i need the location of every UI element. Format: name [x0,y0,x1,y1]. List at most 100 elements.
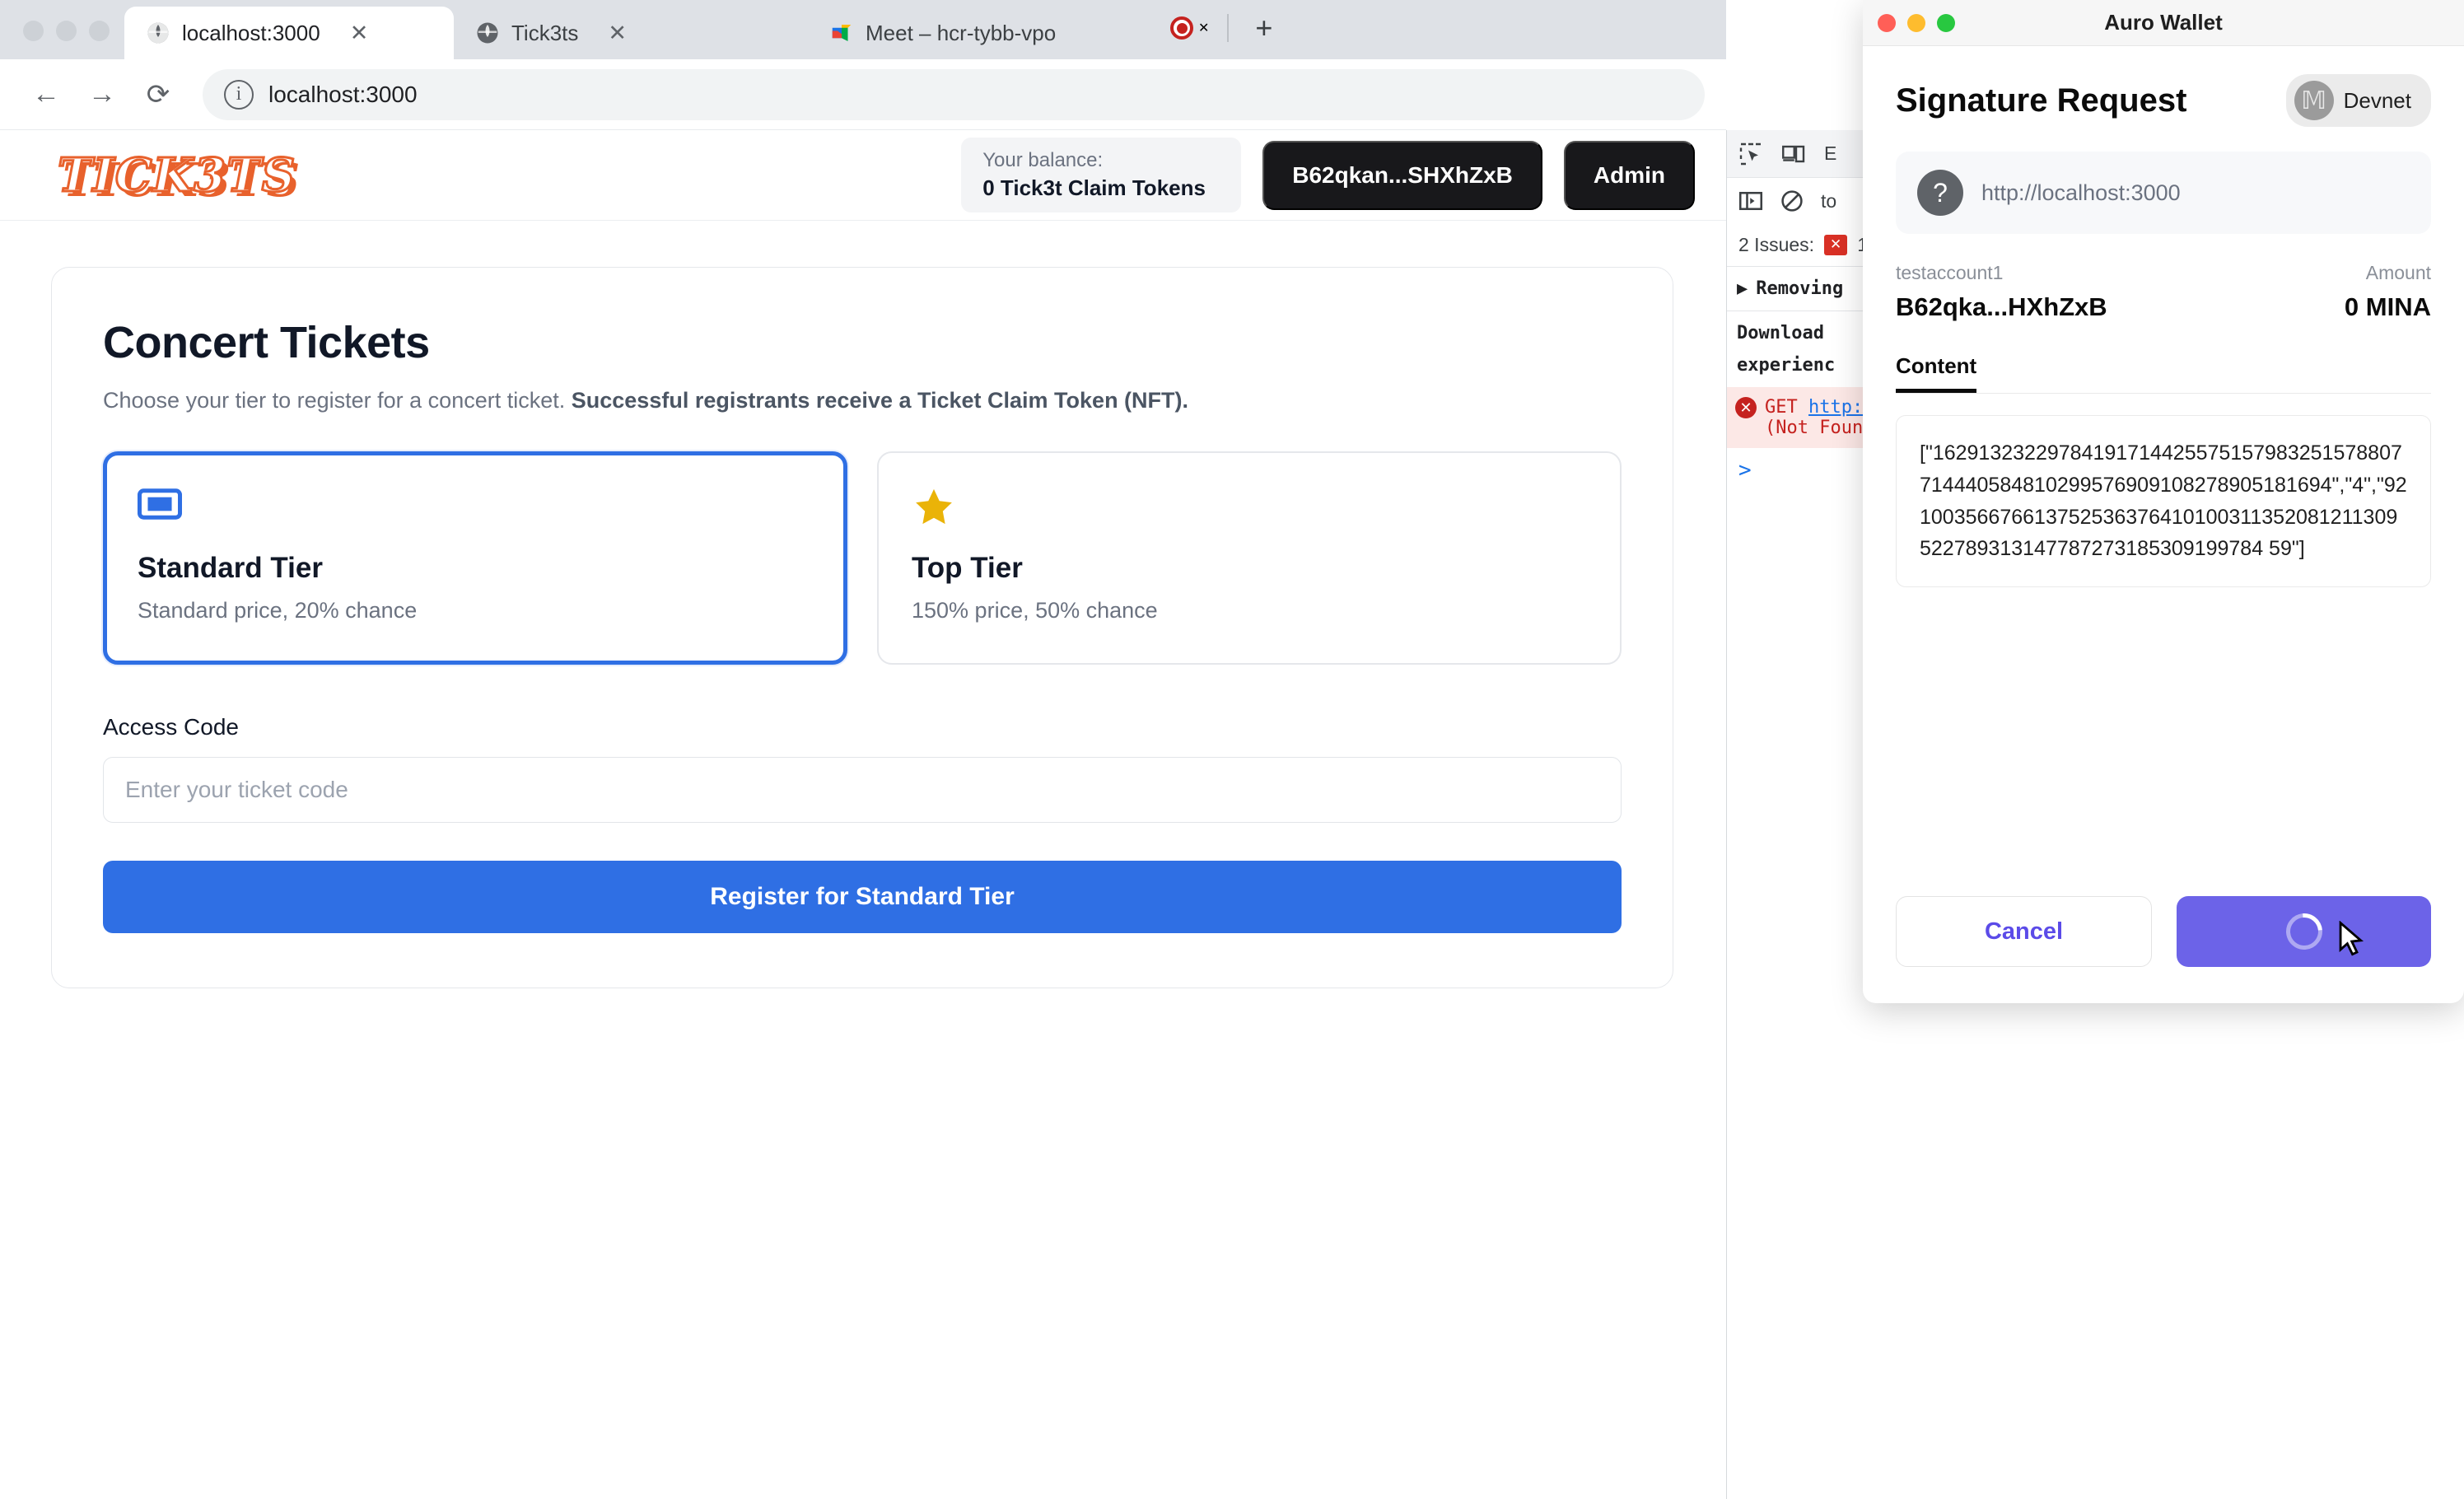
globe-icon [477,22,498,44]
balance-box: Your balance: 0 Tick3t Claim Tokens [961,138,1242,212]
tier-name: Standard Tier [138,552,323,584]
devtools-panel: E to 2 Issues: ✕ 1 [1726,130,1874,1499]
forward-button[interactable]: → [77,70,127,119]
console-sidebar-icon[interactable] [1738,189,1763,213]
ticket-icon [138,486,813,534]
new-tab-button[interactable]: + [1247,13,1281,43]
amount-value: 0 MINA [2344,292,2431,321]
admin-button[interactable]: Admin [1563,140,1695,210]
tier-options: Standard Tier Standard price, 20% chance… [103,451,1622,665]
tier-option-standard[interactable]: Standard Tier Standard price, 20% chance [103,451,847,665]
window-traffic-lights [0,21,124,59]
error-method: GET [1765,397,1798,418]
subtitle-bold: Successful registrants receive a Ticket … [571,388,1189,413]
wallet-header: Signature Request 𝕄 Devnet [1896,74,2431,127]
account-summary: testaccount1 Amount B62qka...HXhZxB 0 MI… [1896,262,2431,322]
tab-strip-controls: ✕ + [1162,13,1281,59]
account-address: B62qka...HXhZxB [1896,292,2107,321]
browser-window: localhost:3000 ✕ Tick3ts ✕ Meet – hcr-ty… [0,0,1726,1499]
signature-content: ["16291323229784191714425575157983251578… [1896,415,2431,587]
browser-tab-tick3ts[interactable]: Tick3ts ✕ [454,7,808,59]
back-button[interactable]: ← [21,70,71,119]
balance-label: Your balance: [982,149,1104,171]
tab-strip: localhost:3000 ✕ Tick3ts ✕ Meet – hcr-ty… [0,0,1726,59]
tab-content[interactable]: Content [1896,353,1977,393]
wallet-body: Signature Request 𝕄 Devnet ? http://loca… [1863,46,2464,896]
header-actions: Your balance: 0 Tick3t Claim Tokens B62q… [961,138,1695,212]
wallet-footer: Cancel [1863,896,2464,1003]
tab-title: localhost:3000 [182,20,320,45]
error-badge-icon: ✕ [1824,235,1848,255]
browser-toolbar: ← → ⟳ i localhost:3000 [0,59,1726,130]
meet-icon [832,25,852,41]
mina-logo-icon: 𝕄 [2294,81,2334,120]
console-log-message: experienc [1737,355,1836,376]
devtools-tab-elements[interactable]: E [1824,142,1836,165]
maximize-window-button[interactable] [89,21,110,41]
error-status: (Not Foun [1765,418,1864,438]
tier-option-top[interactable]: Top Tier 150% price, 50% chance [877,451,1622,665]
console-error-entry: ✕ GET http: (Not Foun [1727,387,1874,448]
tab-title: Tick3ts [511,20,579,45]
origin-box: ? http://localhost:3000 [1896,152,2431,234]
app-header: TICK3TS Your balance: 0 Tick3t Claim Tok… [0,130,1726,221]
tab-close-icon[interactable]: ✕ [350,21,369,44]
console-log-entry: Download [1727,311,1874,355]
error-url-link[interactable]: http: [1808,397,1863,418]
origin-url: http://localhost:3000 [1981,180,2181,205]
divider [1227,14,1230,42]
error-icon: ✕ [1735,397,1757,418]
console-filter-text[interactable]: to [1821,190,1836,212]
console-log: ▶ Removing Download experienc ✕ GET http… [1727,267,1874,493]
address-bar[interactable]: i localhost:3000 [203,68,1705,120]
chevron-right-icon[interactable]: ▶ [1737,278,1748,299]
tick3ts-logo: TICK3TS [56,147,296,203]
wallet-window-title: Auro Wallet [2104,10,2223,35]
console-prompt-icon[interactable]: > [1727,448,1874,493]
wallet-title-bar: Auro Wallet [1863,0,2464,46]
access-code-input[interactable] [103,757,1622,823]
unknown-site-icon: ? [1917,170,1963,216]
inspect-element-icon[interactable] [1738,142,1763,166]
browser-tab-meet[interactable]: Meet – hcr-tybb-vpo [808,7,1162,59]
main-content: Concert Tickets Choose your tier to regi… [0,221,1726,1034]
devtools-toolbar: E [1727,130,1874,178]
account-values-row: B62qka...HXhZxB 0 MINA [1896,292,2431,322]
address-bar-url: localhost:3000 [268,81,418,107]
minimize-window-button[interactable] [56,21,77,41]
star-icon [912,486,1587,534]
console-log-entry-cont: experienc [1727,355,1874,387]
signature-request-title: Signature Request [1896,82,2187,119]
browser-tab-localhost[interactable]: localhost:3000 ✕ [124,7,454,59]
amount-label: Amount [2365,262,2431,283]
issues-bar[interactable]: 2 Issues: ✕ 1 [1727,224,1874,267]
confirm-button[interactable] [2177,896,2431,967]
console-log-message: Removing [1756,278,1844,299]
wallet-tabs: Content [1896,353,2431,394]
screen: localhost:3000 ✕ Tick3ts ✕ Meet – hcr-ty… [0,0,2464,1499]
register-button[interactable]: Register for Standard Tier [103,861,1622,933]
console-log-group[interactable]: ▶ Removing [1727,267,1874,311]
balance-value: 0 Tick3t Claim Tokens [982,175,1206,200]
reload-button[interactable]: ⟳ [133,70,183,119]
site-info-icon[interactable]: i [224,79,254,110]
console-log-message: Download [1737,323,1824,343]
account-button[interactable]: B62qkan...SHXhZxB [1262,140,1542,210]
subtitle-plain: Choose your tier to register for a conce… [103,388,572,413]
network-badge[interactable]: 𝕄 Devnet [2285,74,2431,127]
page-subtitle: Choose your tier to register for a conce… [103,388,1622,413]
recording-indicator-icon[interactable] [1170,16,1193,40]
tier-description: Standard price, 20% chance [138,598,418,623]
tier-description: 150% price, 50% chance [912,598,1158,623]
tab-title: Meet – hcr-tybb-vpo [866,20,1057,45]
tab-close-icon[interactable]: ✕ [608,21,627,44]
globe-icon [147,22,169,44]
device-toolbar-icon[interactable] [1781,142,1806,166]
close-window-button[interactable] [23,21,44,41]
concert-tickets-card: Concert Tickets Choose your tier to regi… [51,267,1673,988]
auro-wallet-window: Auro Wallet Signature Request 𝕄 Devnet ?… [1863,0,2464,1003]
cancel-button[interactable]: Cancel [1896,896,2152,967]
tab-close-icon[interactable]: ✕ [1198,20,1209,36]
clear-console-icon[interactable] [1780,189,1804,213]
mouse-cursor [2339,921,2364,956]
